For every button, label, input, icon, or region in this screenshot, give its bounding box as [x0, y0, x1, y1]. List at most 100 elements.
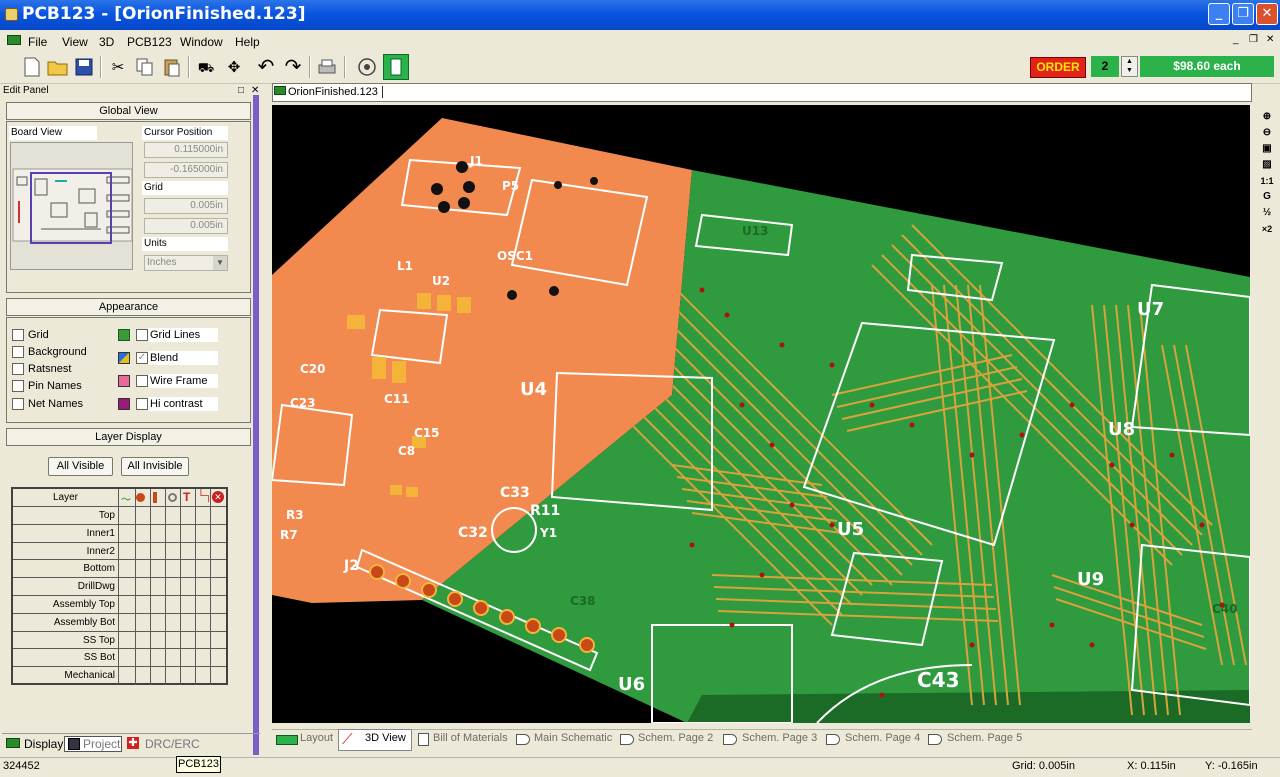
menu-file[interactable]: File	[28, 35, 47, 49]
panel-float-icon[interactable]: □	[238, 85, 244, 96]
pcb-label: C33	[500, 485, 530, 501]
move-button[interactable]: ✥	[222, 55, 246, 79]
tab-project[interactable]: Project	[83, 737, 120, 755]
menu-view[interactable]: View	[62, 35, 88, 49]
table-divider	[165, 489, 166, 685]
route-icon: ⛟	[197, 59, 215, 75]
save-button[interactable]	[72, 55, 96, 79]
zoom-in-icon[interactable]: ⊕	[1260, 110, 1274, 124]
tab-schem-page-5[interactable]: Schem. Page 5	[947, 732, 1022, 744]
menu-3d[interactable]: 3D	[99, 35, 114, 49]
grid-toggle-icon[interactable]: G	[1260, 190, 1274, 204]
background-checkbox[interactable]	[12, 346, 24, 358]
zoom-area-icon[interactable]: ▨	[1260, 158, 1274, 172]
tab-display[interactable]: Display	[24, 737, 63, 755]
table-divider	[210, 489, 211, 685]
quantity-stepper[interactable]: ▲ ▼	[1121, 56, 1138, 77]
tab-3d-view[interactable]: 3D View	[365, 732, 406, 744]
hole-icon	[168, 493, 177, 502]
pad-icon	[136, 493, 145, 502]
tab-bill-of-materials[interactable]: Bill of Materials	[433, 732, 508, 744]
document-tab[interactable]: OrionFinished.123	[288, 86, 383, 98]
window-title: PCB123 - [OrionFinished.123]	[22, 4, 306, 24]
net-names-checkbox[interactable]	[12, 398, 24, 410]
pcb-label: C40	[1212, 602, 1238, 616]
layer-name: Inner1	[13, 524, 119, 542]
grid-lines-checkbox[interactable]	[136, 329, 148, 341]
zoom-double-icon[interactable]: ×2	[1260, 222, 1274, 236]
close-button[interactable]: ✕	[1256, 3, 1278, 25]
net-names-option-label: Net Names	[28, 398, 84, 410]
pcb-label: C23	[290, 396, 316, 410]
pcb-3d-viewport[interactable]: J1 P5 OSC1 U13 U2 L1 U4 U5 U7 U8 U9 U6 C…	[272, 105, 1250, 723]
hi-contrast-icon	[118, 398, 130, 410]
zoom-1to1-icon[interactable]: 1:1	[1260, 174, 1274, 188]
all-visible-button[interactable]: All Visible	[48, 457, 113, 476]
new-file-button[interactable]	[20, 55, 44, 79]
paste-button[interactable]	[160, 55, 184, 79]
copy-button[interactable]	[133, 55, 157, 79]
blend-checkbox[interactable]: ✓	[136, 352, 148, 364]
mdi-minimize-button[interactable]: _	[1233, 34, 1239, 45]
pcb-label: C43	[917, 668, 960, 692]
text-icon: T	[183, 490, 191, 504]
cursor-x-field: 0.115000in	[144, 142, 228, 158]
pcb-label: U5	[837, 519, 864, 540]
grid-label: Grid	[142, 181, 228, 195]
app-icon[interactable]	[5, 8, 18, 21]
folder-icon	[47, 61, 68, 76]
ratsnest-checkbox[interactable]	[12, 363, 24, 375]
board-view-toggle[interactable]	[383, 54, 409, 80]
pin-names-checkbox[interactable]	[12, 380, 24, 392]
minimap-graphic	[12, 168, 133, 244]
zoom-out-icon[interactable]: ⊖	[1260, 126, 1274, 140]
zoom-half-icon[interactable]: ½	[1260, 206, 1274, 220]
maximize-button[interactable]: ❐	[1232, 3, 1254, 25]
grid-y-field[interactable]: 0.005in	[144, 218, 228, 234]
pcb-render: J1 P5 OSC1 U13 U2 L1 U4 U5 U7 U8 U9 U6 C…	[272, 118, 1250, 723]
cut-button[interactable]: ✂	[106, 55, 130, 79]
all-invisible-button[interactable]: All Invisible	[121, 457, 189, 476]
wire-frame-checkbox[interactable]	[136, 375, 148, 387]
menu-pcb123[interactable]: PCB123	[127, 35, 172, 49]
pcb-label: U6	[618, 674, 645, 695]
tab-main-schematic[interactable]: Main Schematic	[534, 732, 612, 744]
mdi-close-button[interactable]: ✕	[1266, 34, 1274, 45]
toolbar-separator	[188, 56, 190, 78]
pcb-label: U4	[520, 379, 547, 400]
pin-names-option-label: Pin Names	[28, 380, 82, 392]
order-button[interactable]: ORDER	[1030, 57, 1086, 78]
minimize-button[interactable]: _	[1208, 3, 1230, 25]
quantity-field[interactable]: 2	[1091, 56, 1119, 77]
spin-down-icon[interactable]: ▼	[1122, 66, 1137, 75]
print-button[interactable]	[315, 55, 339, 79]
mdi-restore-button[interactable]: ❐	[1249, 34, 1258, 45]
grid-x-field[interactable]: 0.005in	[144, 198, 228, 214]
redo-button[interactable]: ↷	[281, 55, 305, 79]
snap-button[interactable]	[355, 55, 379, 79]
open-button[interactable]	[46, 55, 70, 79]
tab-layout[interactable]: Layout	[300, 732, 333, 744]
units-label: Units	[142, 237, 228, 251]
hi-contrast-checkbox[interactable]	[136, 398, 148, 410]
pcb-label: C32	[458, 525, 488, 541]
spin-up-icon[interactable]: ▲	[1122, 57, 1137, 66]
menu-help[interactable]: Help	[235, 35, 260, 49]
menu-window[interactable]: Window	[180, 35, 223, 49]
table-divider	[180, 489, 181, 685]
schematic-tab-icon	[826, 734, 840, 745]
route-button[interactable]: ⛟	[194, 55, 218, 79]
chevron-down-icon[interactable]: ▼	[213, 256, 227, 270]
undo-button[interactable]: ↶	[254, 55, 278, 79]
zoom-fit-icon[interactable]: ▣	[1260, 142, 1274, 156]
board-minimap[interactable]	[10, 142, 133, 270]
redo-icon: ↷	[284, 56, 302, 78]
tab-drc-erc[interactable]: DRC/ERC	[145, 737, 200, 755]
pcb-label: J1	[469, 154, 483, 168]
panel-scrollbar[interactable]	[253, 95, 259, 755]
tab-schem-page-3[interactable]: Schem. Page 3	[742, 732, 817, 744]
layer-name: Top	[13, 507, 119, 524]
tab-schem-page-4[interactable]: Schem. Page 4	[845, 732, 920, 744]
grid-checkbox[interactable]	[12, 329, 24, 341]
tab-schem-page-2[interactable]: Schem. Page 2	[638, 732, 713, 744]
